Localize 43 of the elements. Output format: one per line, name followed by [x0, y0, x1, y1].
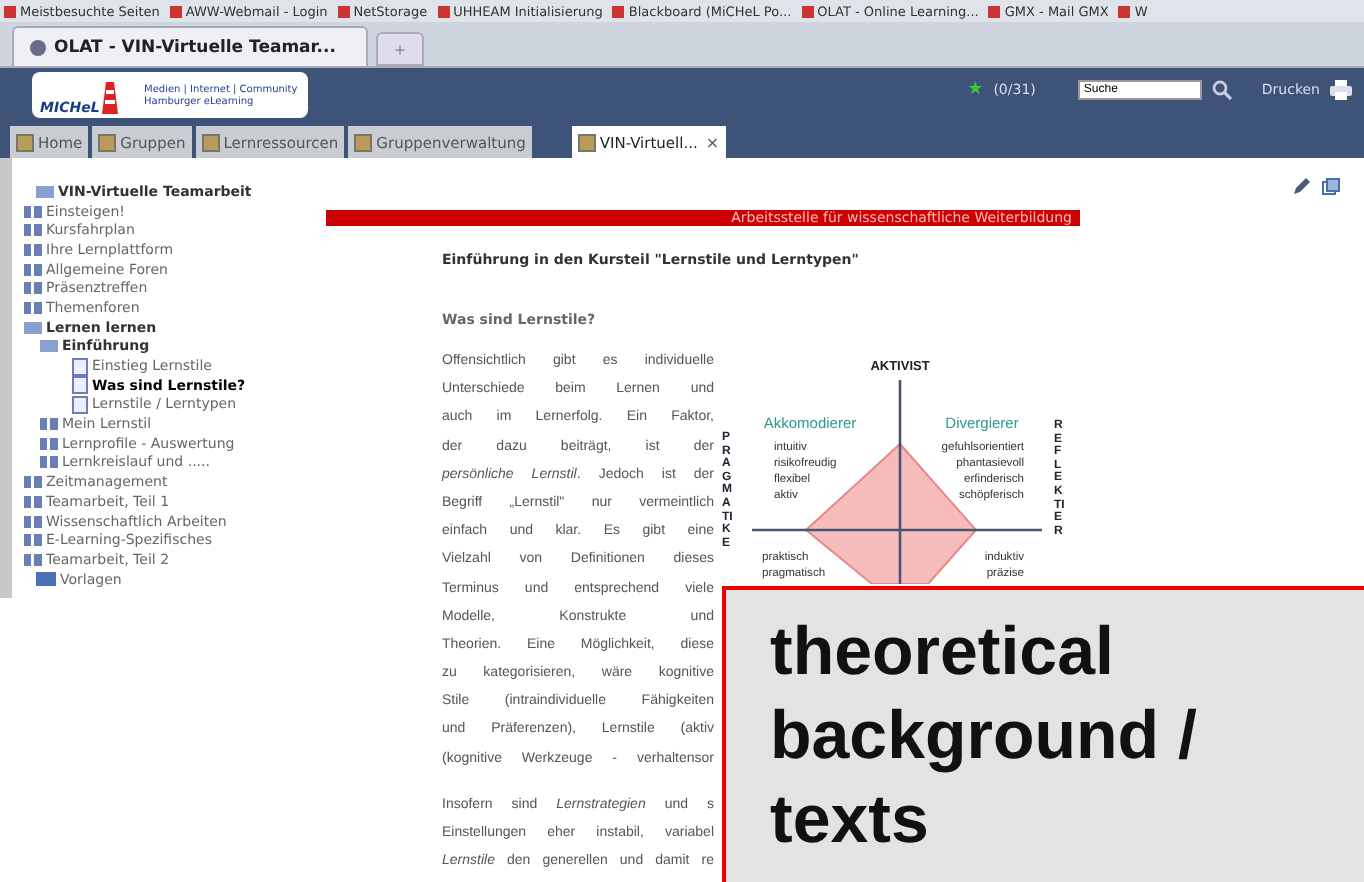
tree-node-icon[interactable]: [24, 515, 42, 528]
tree-node-icon[interactable]: [40, 418, 58, 431]
tab-icon: [201, 133, 220, 151]
tree-node-icon[interactable]: [24, 553, 42, 566]
close-icon[interactable]: ×: [705, 133, 720, 151]
bookmark-icon: [169, 5, 182, 17]
tab-icon: [577, 133, 596, 151]
folder-icon: [36, 572, 56, 587]
tree-node-icon[interactable]: [36, 185, 54, 198]
bookmark-icon: [337, 5, 350, 17]
bookmark-icon: [437, 5, 450, 17]
callout-text: texts: [770, 780, 931, 862]
tree-node-icon[interactable]: [24, 282, 42, 295]
browser-tab[interactable]: OLAT - VIN-Virtuelle Teamar...: [12, 26, 368, 66]
callout-text: theoretical: [770, 612, 1116, 694]
tab-icon: [98, 133, 117, 151]
bookmark-icon: [801, 5, 814, 17]
printer-icon[interactable]: [1330, 80, 1352, 100]
bookmark-icon: [1118, 5, 1131, 17]
lighthouse-icon: [96, 77, 124, 113]
bookmark-icon: [4, 5, 16, 17]
tab-icon: [354, 133, 373, 151]
tree-node-icon[interactable]: [40, 437, 58, 450]
site-icon: [30, 39, 46, 55]
pencil-icon[interactable]: [1292, 178, 1310, 196]
tree-node-icon[interactable]: [24, 205, 42, 218]
bookmark-icon: [612, 5, 625, 17]
tree-node-icon[interactable]: [24, 534, 42, 547]
tree-node-icon[interactable]: [24, 243, 42, 256]
tab-icon: [16, 133, 34, 151]
tree-node-icon[interactable]: [24, 495, 42, 508]
tree-node-icon[interactable]: [24, 263, 42, 276]
search-icon[interactable]: [1211, 80, 1232, 100]
tree-node-icon[interactable]: [24, 321, 42, 334]
tree-node-icon[interactable]: [24, 224, 42, 237]
tree-node-icon[interactable]: [24, 301, 42, 314]
tree-node-icon[interactable]: [40, 456, 58, 469]
tree-node-icon[interactable]: [40, 340, 58, 353]
bookmark-icon: [988, 5, 1001, 17]
callout-text: background /: [770, 696, 1199, 778]
tree-node-icon[interactable]: [24, 476, 42, 489]
window-icon[interactable]: [1322, 178, 1340, 196]
star-icon[interactable]: ★: [967, 80, 984, 100]
